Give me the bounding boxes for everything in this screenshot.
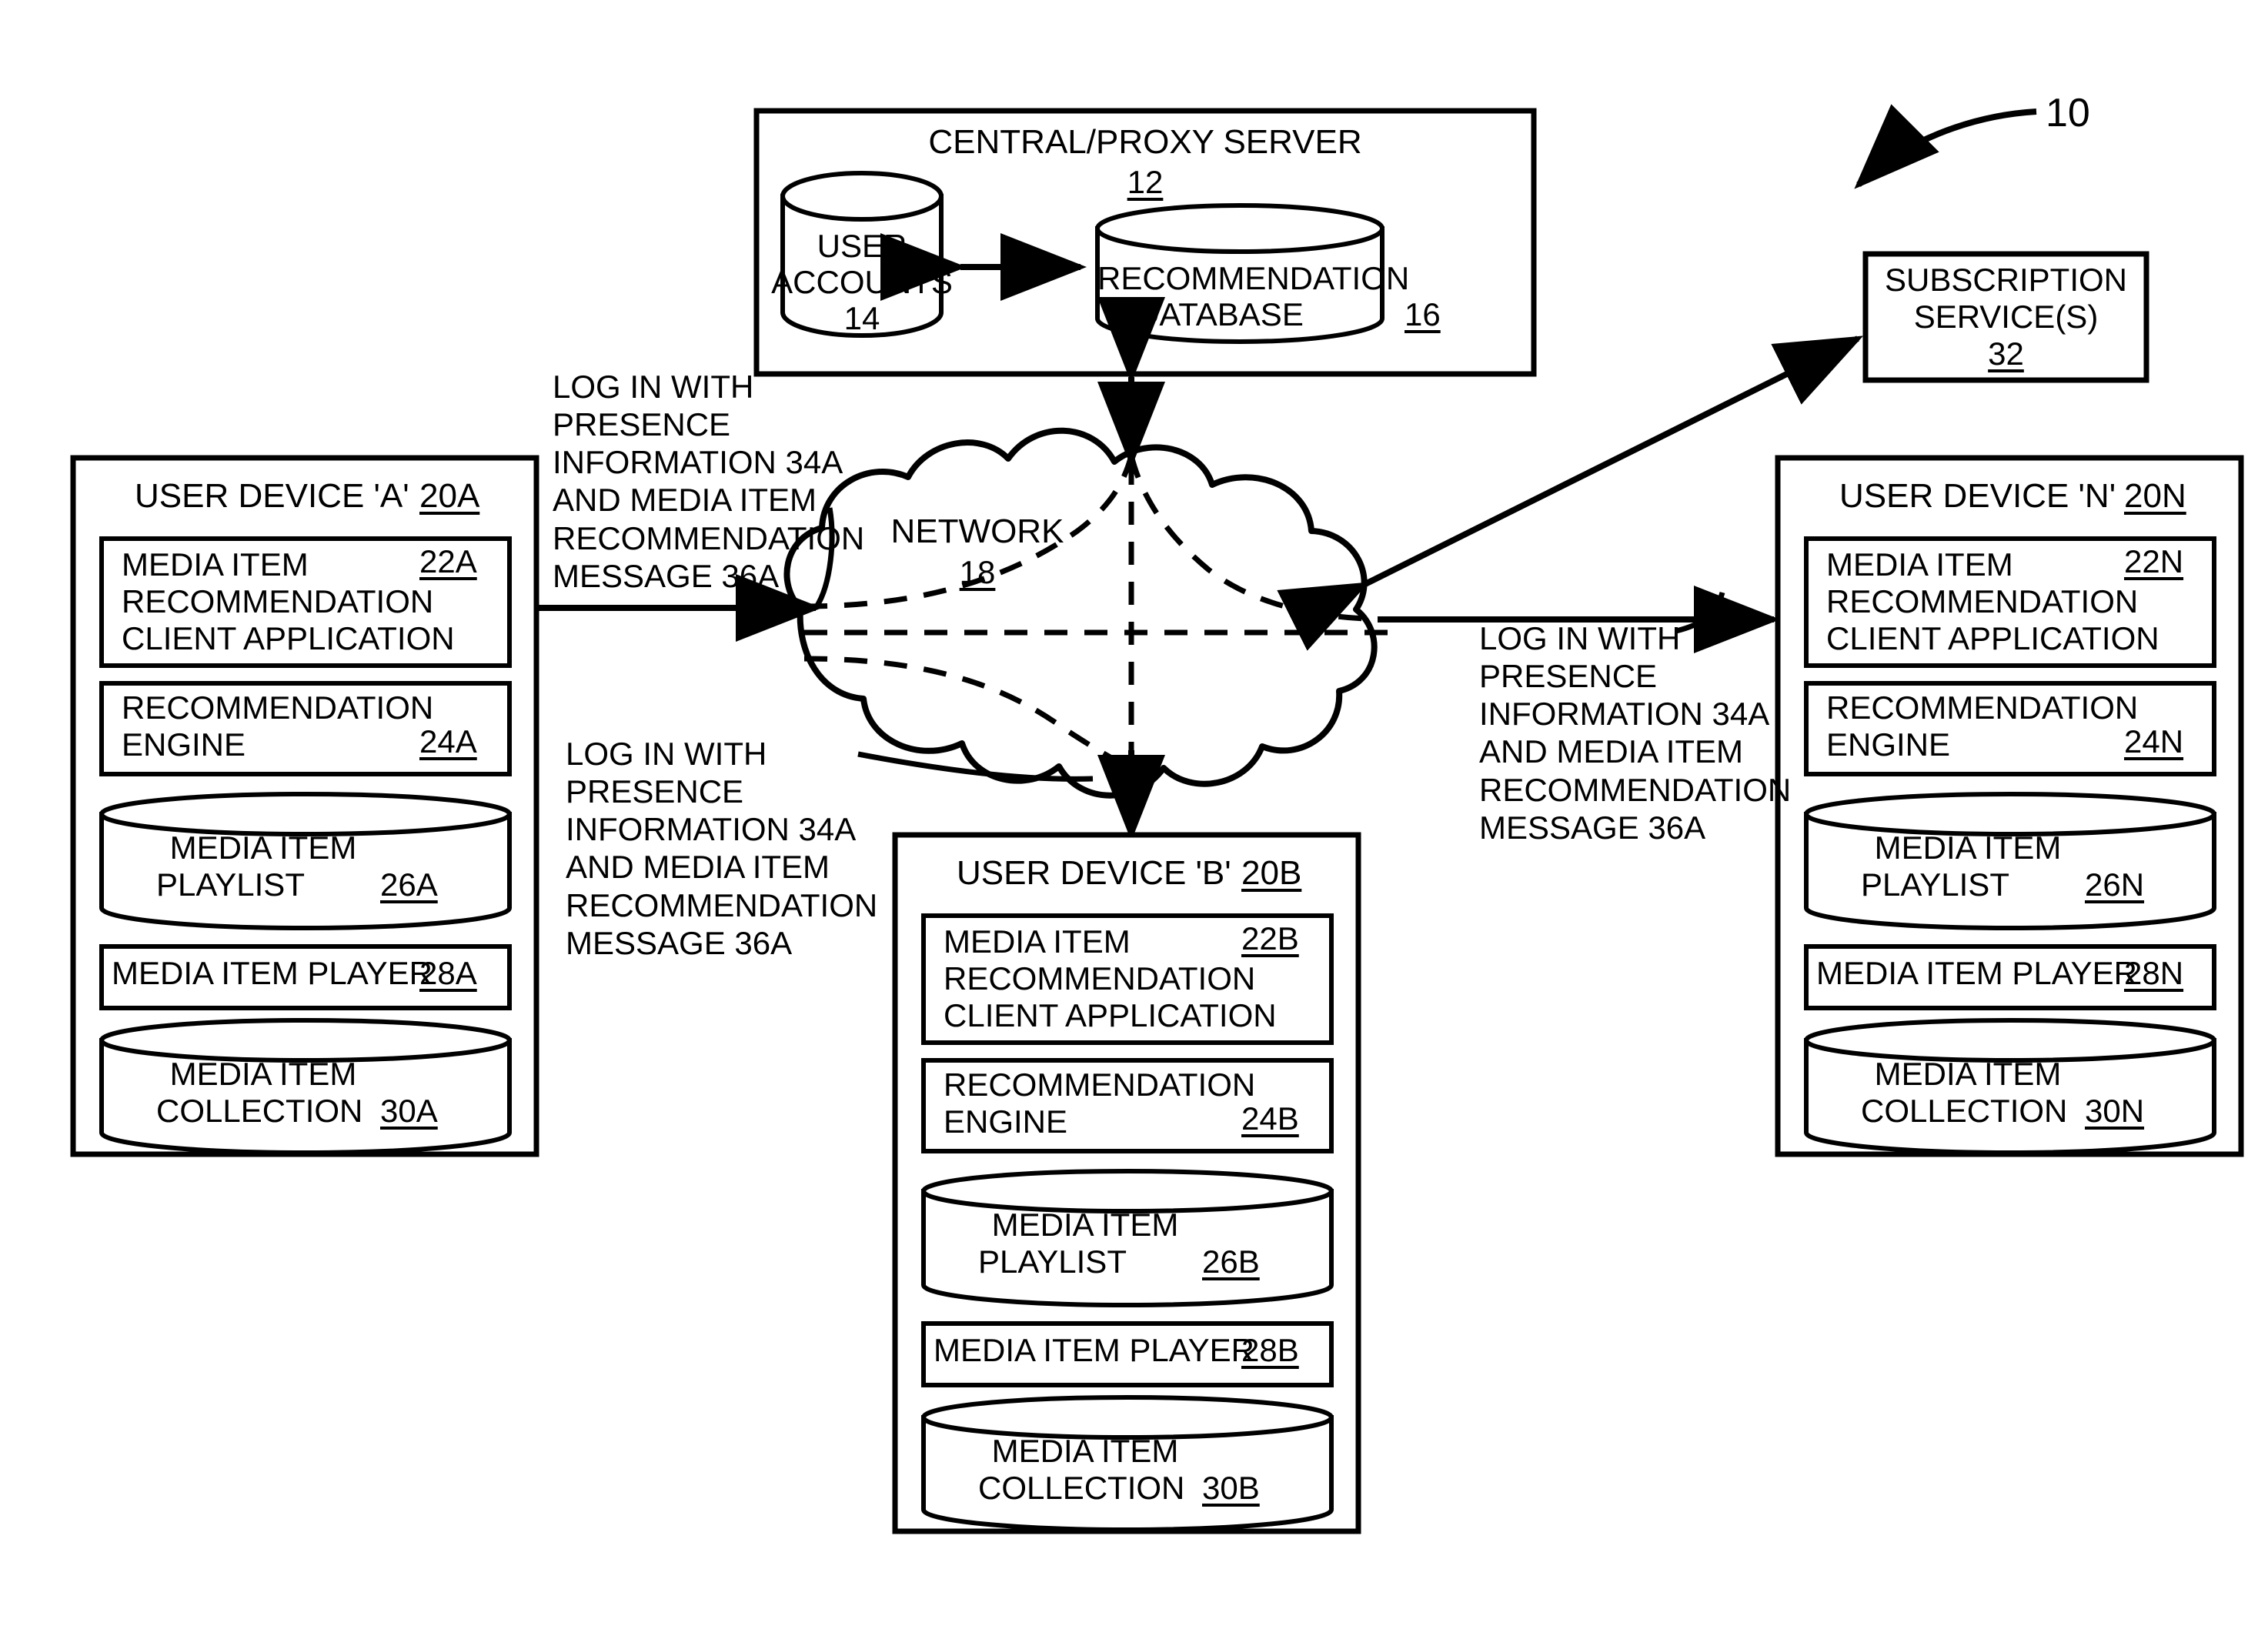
network-ref: 18: [959, 554, 996, 590]
device-n-collection-line1: MEDIA ITEM: [1874, 1056, 2062, 1092]
device-b-player-line1: MEDIA ITEM PLAYER: [934, 1332, 1254, 1368]
device-b-client-app-ref: 22B: [1241, 920, 1299, 956]
user-accounts-line1: USER: [817, 228, 907, 264]
recommendation-db-line2: DATABASE: [1136, 296, 1304, 332]
device-b-collection-line2: COLLECTION: [978, 1470, 1185, 1506]
device-n-client-app-line2: RECOMMENDATION: [1826, 583, 2139, 619]
subscription-line1: SUBSCRIPTION: [1884, 262, 2128, 298]
device-b-client-app-line2: RECOMMENDATION: [944, 960, 1256, 996]
device-a-player-ref: 28A: [419, 955, 477, 991]
device-b-collection-ref: 30B: [1202, 1470, 1260, 1506]
device-n-player-ref: 28N: [2124, 955, 2184, 991]
device-n-title: USER DEVICE 'N': [1839, 477, 2116, 515]
device-b-title: USER DEVICE 'B': [957, 854, 1231, 892]
device-b-playlist-line2: PLAYLIST: [978, 1243, 1127, 1280]
device-a-playlist-line2: PLAYLIST: [156, 866, 305, 903]
recommendation-db-line1: RECOMMENDATION: [1097, 260, 1410, 296]
device-n-playlist-line1: MEDIA ITEM: [1874, 830, 2062, 866]
device-n-client-app-ref: 22N: [2124, 543, 2184, 579]
annotation-network-to-device-b: LOG IN WITH PRESENCE INFORMATION 34A AND…: [566, 736, 878, 961]
device-n-engine-ref: 24N: [2124, 723, 2184, 759]
device-a-title: USER DEVICE 'A': [135, 477, 409, 515]
patent-figure-canvas: 10 CENTRAL/PROXY SERVER 12 USER ACCOUNTS…: [0, 0, 2268, 1629]
device-b-player-ref: 28B: [1241, 1332, 1299, 1368]
server-ref: 12: [1127, 164, 1164, 200]
device-a-engine-ref: 24A: [419, 723, 477, 759]
device-n-engine-line1: RECOMMENDATION: [1826, 689, 2139, 726]
device-n-playlist-ref: 26N: [2085, 866, 2145, 903]
server-title: CENTRAL/PROXY SERVER: [928, 123, 1362, 161]
device-b-ref: 20B: [1241, 854, 1302, 892]
user-accounts-ref: 14: [843, 300, 880, 336]
device-n-engine-line2: ENGINE: [1826, 726, 1951, 763]
device-n-client-app-line1: MEDIA ITEM: [1826, 546, 2013, 583]
device-a-client-app-line1: MEDIA ITEM: [122, 546, 309, 583]
device-b-engine-line2: ENGINE: [944, 1103, 1068, 1140]
device-a-ref: 20A: [419, 477, 480, 515]
device-a-engine-line2: ENGINE: [122, 726, 246, 763]
device-a-engine-line1: RECOMMENDATION: [122, 689, 434, 726]
device-n-collection-ref: 30N: [2085, 1093, 2145, 1129]
annotation-network-to-device-n: LOG IN WITH PRESENCE INFORMATION 34A AND…: [1479, 620, 1792, 846]
device-a-client-app-line3: CLIENT APPLICATION: [122, 620, 455, 656]
annotation-device-a-to-network: LOG IN WITH PRESENCE INFORMATION 34A AND…: [553, 369, 865, 594]
device-a-client-app-ref: 22A: [419, 543, 477, 579]
device-b-client-app-line1: MEDIA ITEM: [944, 923, 1131, 960]
device-b-collection-line1: MEDIA ITEM: [991, 1433, 1179, 1469]
device-n-ref: 20N: [2124, 477, 2186, 515]
device-a-playlist-line1: MEDIA ITEM: [169, 830, 357, 866]
diagram-linework: [70, 104, 2244, 1534]
user-accounts-line2: ACCOUNTS: [771, 264, 953, 300]
device-a-collection-line2: COLLECTION: [156, 1093, 363, 1129]
subscription-ref: 32: [1988, 335, 2024, 372]
device-n-player-line1: MEDIA ITEM PLAYER: [1816, 955, 2137, 991]
device-a-client-app-line2: RECOMMENDATION: [122, 583, 434, 619]
device-b-playlist-line1: MEDIA ITEM: [991, 1207, 1179, 1243]
network-title: NETWORK: [890, 512, 1064, 550]
figure-ref-10: 10: [2046, 91, 2090, 135]
device-b-engine-line1: RECOMMENDATION: [944, 1067, 1256, 1103]
device-n-client-app-line3: CLIENT APPLICATION: [1826, 620, 2159, 656]
device-n-playlist-line2: PLAYLIST: [1861, 866, 2009, 903]
subscription-line2: SERVICE(S): [1913, 299, 2099, 335]
device-b-client-app-line3: CLIENT APPLICATION: [944, 997, 1277, 1033]
device-a-collection-ref: 30A: [380, 1093, 438, 1129]
device-a-player-line1: MEDIA ITEM PLAYER: [112, 955, 433, 991]
figure-ref-arrow: [1854, 104, 2037, 189]
device-a-playlist-ref: 26A: [380, 866, 438, 903]
device-b-playlist-ref: 26B: [1202, 1243, 1260, 1280]
device-a-collection-line1: MEDIA ITEM: [169, 1056, 357, 1092]
recommendation-db-ref: 16: [1405, 296, 1441, 332]
device-n-collection-line2: COLLECTION: [1861, 1093, 2068, 1129]
device-b-engine-ref: 24B: [1241, 1100, 1299, 1137]
